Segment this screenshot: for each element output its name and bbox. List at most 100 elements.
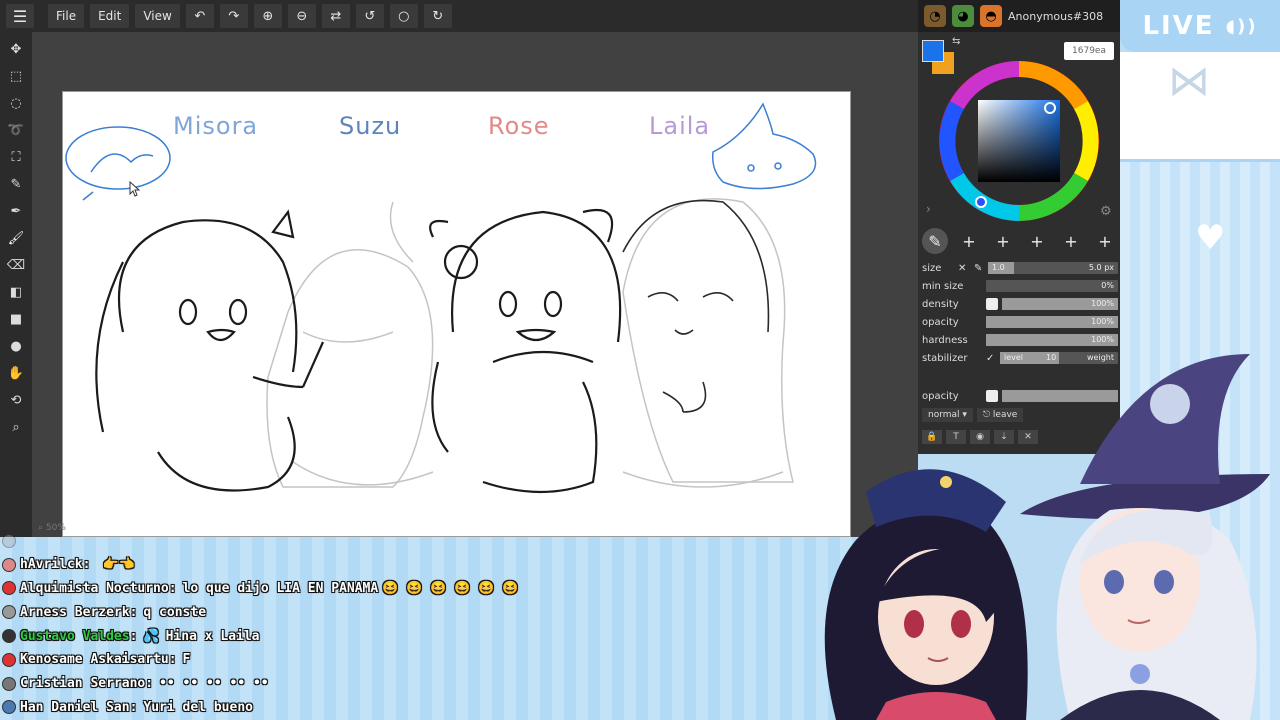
expand-arrow-icon[interactable]: › — [926, 202, 931, 216]
tool-palette: ✥ ⬚ ◌ ➰ ⛶ ✎ ✒ 🖌 ⌫ ◧ ■ ● ✋ ⟲ ⌕ — [0, 32, 32, 537]
brush-tool-icon[interactable]: 🖌 — [0, 225, 32, 252]
brush-slot-1-icon[interactable]: ✎ — [922, 228, 948, 254]
density-label: density — [922, 298, 959, 310]
density-slider[interactable]: 100% — [1002, 298, 1118, 310]
live-badge: LIVE ◖)) — [1120, 0, 1280, 52]
move-tool-icon[interactable]: ✥ — [0, 36, 32, 63]
transform-tool-icon[interactable]: ⛶ — [0, 144, 32, 171]
user-bar: ◔ ◕ ◓ Anonymous#308 — [918, 0, 1120, 32]
canvas-viewport[interactable]: Misora Suzu Rose Laila ⌕ 50% — [32, 32, 918, 537]
menu-file[interactable]: File — [48, 4, 85, 28]
zoom-in-icon[interactable]: ⊕ — [253, 4, 282, 28]
stabilizer-check-icon[interactable]: ✓ — [986, 353, 1000, 364]
chat-badge-icon — [2, 700, 16, 715]
menu-view[interactable]: View — [135, 4, 180, 28]
ribbon-bow-icon: ⋈ — [1168, 56, 1210, 105]
color-hex-tooltip: 1679ea — [1064, 42, 1114, 60]
brush-slot-3-icon[interactable]: + — [990, 228, 1016, 254]
chat-username: hAvrilck — [20, 557, 83, 573]
chat-badge-icon — [2, 676, 16, 691]
vtuber-avatar-witch — [1020, 354, 1270, 720]
rotate-tool-icon[interactable]: ⟲ — [0, 387, 32, 414]
ellipse-select-tool-icon[interactable]: ◌ — [0, 90, 32, 117]
drawing-canvas[interactable]: Misora Suzu Rose Laila — [62, 91, 851, 537]
sound-wave-icon: ◖)) — [1225, 15, 1258, 37]
redo-icon[interactable]: ↷ — [219, 4, 248, 28]
undo-icon[interactable]: ↶ — [185, 4, 214, 28]
chat-badge-icon — [2, 581, 16, 596]
rotate-right-icon[interactable]: ↻ — [423, 4, 452, 28]
zoom-tool-icon[interactable]: ⌕ — [0, 414, 32, 441]
chat-message: Kenosame Askaisartu: F — [2, 648, 518, 672]
chat-message: Alquimista Nocturno: lo que dijo LIA EN … — [2, 577, 518, 601]
min-size-slider[interactable]: 0% — [986, 280, 1118, 292]
lock-icon[interactable]: 🔒 — [922, 430, 942, 444]
circle-shape-tool-icon[interactable]: ● — [0, 333, 32, 360]
flip-horizontal-icon[interactable]: ⇄ — [321, 4, 350, 28]
chat-message: hAvrilck: 👉👈 — [2, 553, 518, 577]
swap-colors-icon[interactable]: ⇆ — [952, 36, 960, 47]
sketch-drawing — [65, 102, 817, 494]
zoom-out-icon[interactable]: ⊖ — [287, 4, 316, 28]
chat-username: Kenosame Askaisartu — [20, 652, 169, 668]
hands-emoji-icon: 👉👈 — [102, 557, 135, 573]
pen-tool-icon[interactable]: ✒ — [0, 198, 32, 225]
chat-username: Han Daniel San — [20, 699, 130, 715]
layer-opacity-checkbox[interactable] — [986, 390, 998, 402]
brush-slot-5-icon[interactable]: + — [1058, 228, 1084, 254]
size-label: size — [922, 262, 942, 274]
rect-select-tool-icon[interactable]: ⬚ — [0, 63, 32, 90]
brush-slot-2-icon[interactable]: + — [956, 228, 982, 254]
black-sketch-rose — [429, 208, 622, 494]
black-sketch-misora — [95, 209, 325, 492]
grey-sketch-suzu — [266, 201, 434, 488]
cursor-arrow-icon — [129, 180, 141, 197]
black-sketch-laila — [622, 199, 770, 413]
chat-username: Arness Berzerk — [20, 604, 130, 620]
reset-rotation-icon[interactable]: ○ — [389, 4, 418, 28]
opacity-slider[interactable]: 100% — [986, 316, 1118, 328]
chat-text: Yuri del bueno — [143, 699, 253, 715]
chat-badge-icon — [2, 629, 16, 644]
chat-username: Cristian Serrano — [20, 676, 146, 692]
brush-slot-4-icon[interactable]: + — [1024, 228, 1050, 254]
size-pen-icon[interactable]: ✎ — [974, 263, 988, 274]
blue-cat-doodle-right — [711, 102, 817, 190]
emoji-row-icon: •• •• •• •• •• — [159, 676, 269, 692]
stream-chat: hAvrilck: 👉👈 Alquimista Nocturno: lo que… — [0, 533, 860, 720]
heart-icon: ♥ — [1195, 218, 1226, 258]
hardness-label: hardness — [922, 334, 968, 346]
eraser-tool-icon[interactable]: ⌫ — [0, 252, 32, 279]
eye-icon[interactable]: ◉ — [970, 430, 990, 444]
hamburger-menu-icon[interactable]: ☰ — [6, 4, 34, 28]
rectangle-shape-tool-icon[interactable]: ■ — [0, 306, 32, 333]
color-wheel[interactable] — [938, 60, 1100, 222]
mummy-avatar-icon: ◔ — [924, 5, 946, 27]
user-name: Anonymous#308 — [1008, 9, 1104, 23]
size-row: size ✕ ✎ 1.0 5.0 px — [922, 260, 1118, 276]
foreground-color-swatch[interactable] — [922, 40, 944, 62]
size-slider[interactable]: 1.0 5.0 px — [988, 262, 1118, 274]
density-checkbox[interactable] — [986, 298, 998, 310]
fill-bucket-tool-icon[interactable]: ◧ — [0, 279, 32, 306]
chat-message: Gustavo Valdes: 💦 Hina x Laila — [2, 624, 518, 648]
rotate-left-icon[interactable]: ↺ — [355, 4, 384, 28]
grey-sketch-laila — [622, 198, 794, 488]
hue-handle — [975, 196, 987, 208]
layer-opacity-label: opacity — [922, 390, 959, 402]
text-layer-icon[interactable]: T — [946, 430, 966, 444]
blend-mode-select[interactable]: normal ▾ — [922, 408, 973, 422]
eyedropper-tool-icon[interactable]: ✎ — [0, 171, 32, 198]
brush-slot-6-icon[interactable]: + — [1092, 228, 1118, 254]
frog-avatar-icon: ◕ — [952, 5, 974, 27]
chat-badge-icon — [2, 605, 16, 620]
chat-message: Cristian Serrano: •• •• •• •• •• — [2, 672, 518, 696]
menu-edit[interactable]: Edit — [90, 4, 130, 28]
lasso-tool-icon[interactable]: ➰ — [0, 117, 32, 144]
chat-message: Han Daniel San: Yuri del bueno — [2, 696, 518, 720]
opacity-label: opacity — [922, 316, 959, 328]
hand-tool-icon[interactable]: ✋ — [0, 360, 32, 387]
size-close-icon[interactable]: ✕ — [958, 263, 974, 274]
gear-icon[interactable]: ⚙ — [1100, 204, 1112, 219]
chat-badge-icon — [2, 533, 16, 548]
